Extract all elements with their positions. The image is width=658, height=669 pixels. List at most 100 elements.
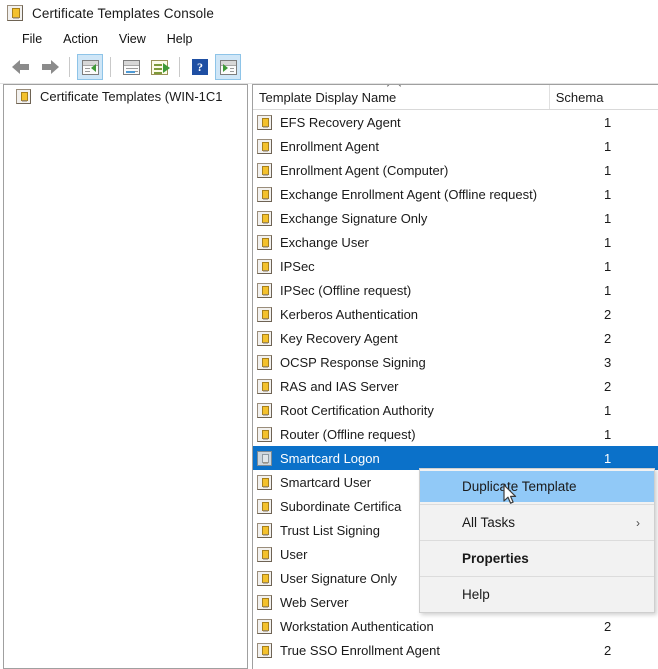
forward-arrow-icon: [40, 60, 59, 74]
column-header-label: Schema: [555, 89, 604, 105]
template-name: IPSec (Offline request): [280, 282, 412, 298]
certificate-template-icon: [257, 162, 272, 178]
context-menu-item-label: All Tasks: [462, 515, 516, 530]
table-row[interactable]: Enrollment Agent (Computer) 1: [253, 158, 658, 182]
certificate-template-icon: [257, 450, 272, 466]
template-name: Kerberos Authentication: [280, 306, 419, 322]
console-tree-pane: Certificate Templates (WIN-1C1: [3, 84, 248, 669]
context-menu-item-label: Properties: [462, 551, 529, 566]
menu-item-help[interactable]: Help: [157, 30, 204, 48]
certificate-template-icon: [16, 88, 31, 104]
certificate-template-icon: [257, 474, 272, 490]
certificate-template-icon: [257, 186, 272, 202]
template-name: Key Recovery Agent: [280, 330, 398, 346]
template-name: Smartcard Logon: [280, 450, 380, 466]
back-arrow-icon: [11, 60, 31, 74]
certificate-template-icon: [257, 282, 272, 298]
template-name: RAS and IAS Server: [280, 378, 399, 394]
certificate-template-icon: [257, 210, 272, 226]
table-row[interactable]: Key Recovery Agent 2: [253, 326, 658, 350]
certificate-template-icon: [257, 546, 272, 562]
context-menu-separator: [420, 504, 654, 505]
table-row[interactable]: RAS and IAS Server 2: [253, 374, 658, 398]
template-name: True SSO Enrollment Agent: [280, 642, 440, 658]
certificate-template-icon: [257, 594, 272, 610]
template-name: Workstation Authentication: [280, 618, 434, 634]
certificate-template-icon: [257, 378, 272, 394]
table-row[interactable]: Exchange Signature Only 1: [253, 206, 658, 230]
template-name: OCSP Response Signing: [280, 354, 426, 370]
table-row[interactable]: True SSO Enrollment Agent 2: [253, 638, 658, 662]
export-list-icon: [150, 59, 170, 75]
menu-item-action[interactable]: Action: [53, 30, 109, 48]
certificate-template-icon: [257, 522, 272, 538]
template-name: Router (Offline request): [280, 426, 416, 442]
export-list-button[interactable]: [146, 54, 172, 80]
table-row[interactable]: IPSec (Offline request) 1: [253, 278, 658, 302]
certificate-template-icon: [257, 618, 272, 634]
table-row[interactable]: Router (Offline request) 1: [253, 422, 658, 446]
column-header-template-display-name[interactable]: Template Display Name: [253, 85, 550, 109]
template-name: Exchange User: [280, 234, 369, 250]
template-schema: 1: [604, 282, 612, 298]
column-header-schema[interactable]: Schema: [550, 85, 658, 109]
tree-item-label: Certificate Templates (WIN-1C1: [40, 88, 223, 104]
template-schema: 3: [604, 354, 612, 370]
toolbar-separator: [69, 57, 70, 77]
template-schema: 2: [604, 642, 612, 658]
context-menu-item-duplicate-template[interactable]: Duplicate Template: [420, 471, 654, 502]
toolbar: ?: [0, 51, 658, 84]
context-menu-item-properties[interactable]: Properties: [420, 543, 654, 574]
back-button[interactable]: [8, 54, 34, 80]
template-schema: 2: [604, 330, 612, 346]
title-bar: Certificate Templates Console: [0, 0, 658, 26]
table-row[interactable]: Root Certification Authority 1: [253, 398, 658, 422]
help-button[interactable]: ?: [187, 54, 213, 80]
toolbar-separator: [179, 57, 180, 77]
certificate-template-icon: [257, 234, 272, 250]
table-row[interactable]: Workstation Authentication 2: [253, 614, 658, 638]
table-row[interactable]: Exchange Enrollment Agent (Offline reque…: [253, 182, 658, 206]
table-row[interactable]: Kerberos Authentication 2: [253, 302, 658, 326]
template-schema: 1: [604, 114, 612, 130]
context-menu-item-all-tasks[interactable]: All Tasks ›: [420, 507, 654, 538]
show-hide-action-pane-button[interactable]: [215, 54, 241, 80]
certificate-template-icon: [257, 138, 272, 154]
menu-item-file[interactable]: File: [12, 30, 53, 48]
help-icon: ?: [192, 59, 208, 75]
template-schema: 1: [604, 138, 612, 154]
chevron-right-icon: ›: [636, 515, 640, 530]
list-header: Template Display Name Schema: [253, 85, 658, 110]
template-name: EFS Recovery Agent: [280, 114, 401, 130]
context-menu-item-label: Help: [462, 587, 490, 602]
template-name: IPSec: [280, 258, 315, 274]
forward-button[interactable]: [36, 54, 62, 80]
template-schema: 1: [604, 186, 612, 202]
certificate-template-icon: [257, 402, 272, 418]
certificate-template-icon: [257, 330, 272, 346]
toolbar-separator: [110, 57, 111, 77]
window-title: Certificate Templates Console: [32, 5, 214, 21]
template-name: Enrollment Agent: [280, 138, 380, 154]
show-hide-console-tree-icon: [81, 59, 99, 75]
show-hide-action-pane-icon: [219, 59, 237, 75]
certificate-template-icon: [257, 498, 272, 514]
table-row[interactable]: IPSec 1: [253, 254, 658, 278]
table-row[interactable]: Enrollment Agent 1: [253, 134, 658, 158]
column-header-label: Template Display Name: [259, 89, 397, 105]
table-row[interactable]: EFS Recovery Agent 1: [253, 110, 658, 134]
certificate-template-icon: [257, 114, 272, 130]
context-menu-item-help[interactable]: Help: [420, 579, 654, 610]
certificate-template-icon: [7, 5, 23, 21]
show-hide-console-tree-button[interactable]: [77, 54, 103, 80]
table-row[interactable]: OCSP Response Signing 3: [253, 350, 658, 374]
table-row-selected[interactable]: Smartcard Logon 1: [253, 446, 658, 470]
template-schema: 1: [604, 210, 612, 226]
certificate-template-icon: [257, 570, 272, 586]
template-schema: 1: [604, 426, 612, 442]
table-row[interactable]: Exchange User 1: [253, 230, 658, 254]
context-menu-separator: [420, 540, 654, 541]
properties-window-button[interactable]: [118, 54, 144, 80]
menu-item-view[interactable]: View: [109, 30, 157, 48]
tree-item-certificate-templates[interactable]: Certificate Templates (WIN-1C1: [4, 85, 247, 107]
